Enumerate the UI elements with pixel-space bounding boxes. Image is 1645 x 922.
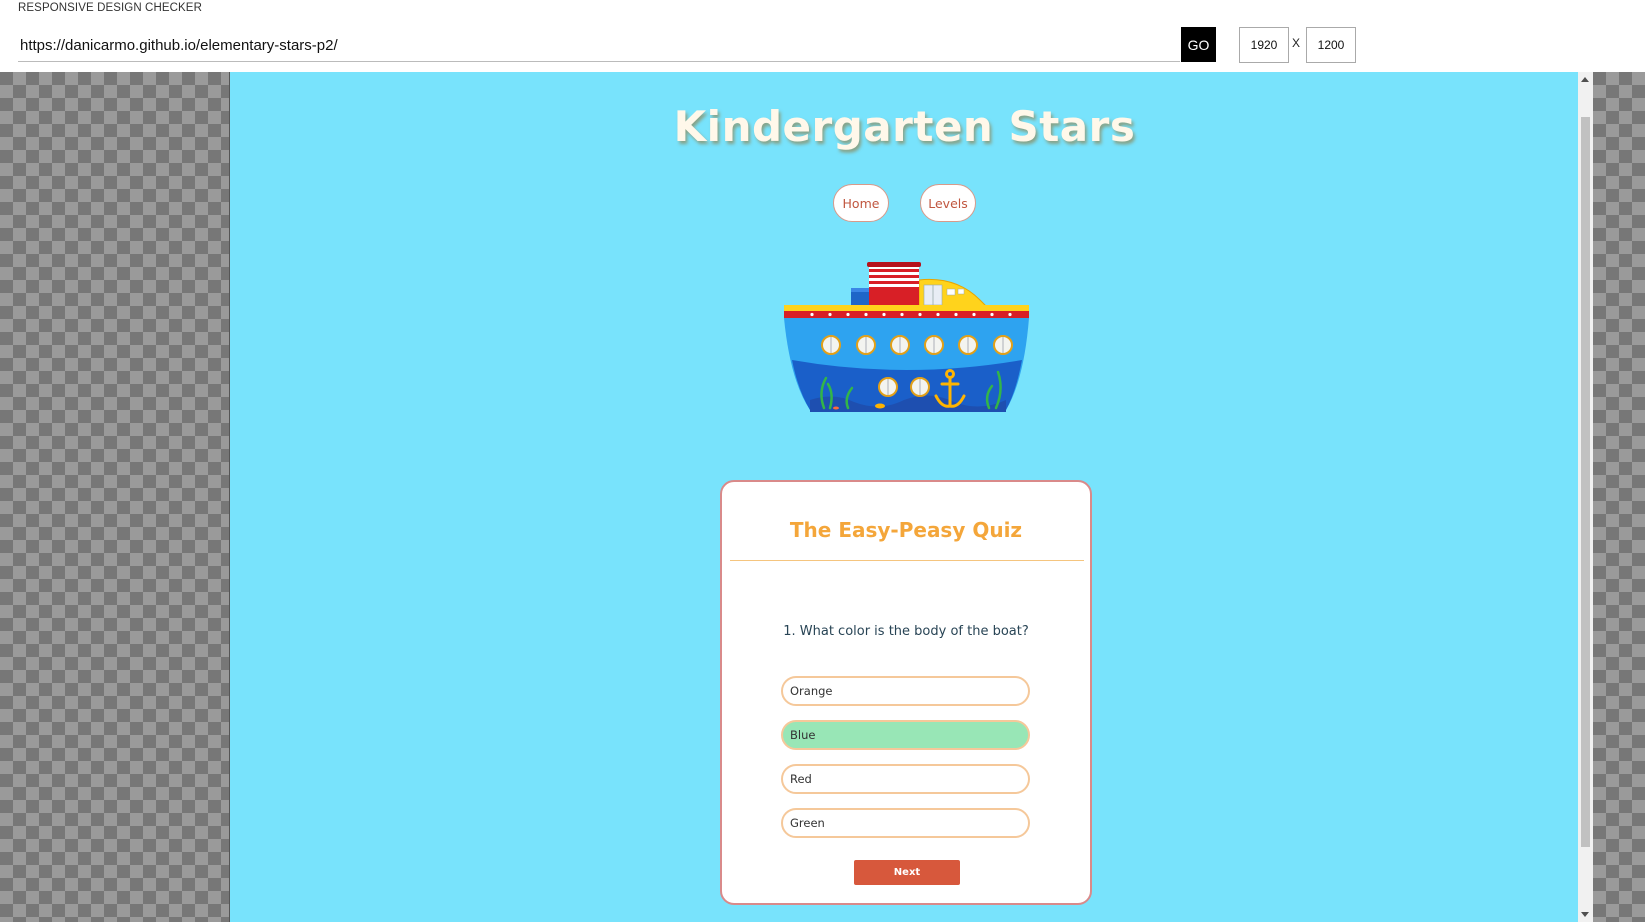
boat-illustration	[784, 262, 1029, 412]
scroll-up-arrow-icon[interactable]	[1581, 77, 1589, 82]
site-title: Kindergarten Stars	[673, 102, 1136, 151]
answer-option-green[interactable]: Green	[781, 808, 1030, 838]
background-checker-left	[0, 72, 229, 922]
answer-option-orange[interactable]: Orange	[781, 676, 1030, 706]
quiz-card: The Easy-Peasy Quiz 1. What color is the…	[720, 480, 1092, 905]
scroll-down-arrow-icon[interactable]	[1581, 912, 1589, 917]
width-input[interactable]	[1239, 27, 1289, 63]
height-input[interactable]	[1306, 27, 1356, 63]
quiz-title: The Easy-Peasy Quiz	[789, 518, 1023, 542]
answer-option-red[interactable]: Red	[781, 764, 1030, 794]
url-input[interactable]	[18, 30, 1180, 62]
quiz-question: 1. What color is the body of the boat?	[783, 624, 1029, 639]
app-title: RESPONSIVE DESIGN CHECKER	[18, 2, 202, 14]
dimension-separator: X	[1292, 36, 1301, 50]
nav-levels-button[interactable]: Levels	[920, 184, 976, 222]
answer-option-blue[interactable]: Blue	[781, 720, 1030, 750]
background-checker-right	[1593, 72, 1645, 922]
next-button[interactable]: Next	[854, 860, 960, 885]
scroll-thumb[interactable]	[1581, 117, 1590, 847]
quiz-divider	[730, 560, 1084, 561]
preview-scrollbar[interactable]	[1578, 72, 1593, 922]
go-button[interactable]: GO	[1181, 27, 1216, 62]
nav-home-button[interactable]: Home	[833, 184, 889, 222]
preview-viewport: Kindergarten Stars Home Levels The Easy-…	[229, 72, 1578, 922]
checker-toolbar: RESPONSIVE DESIGN CHECKER GO X	[0, 0, 1645, 72]
